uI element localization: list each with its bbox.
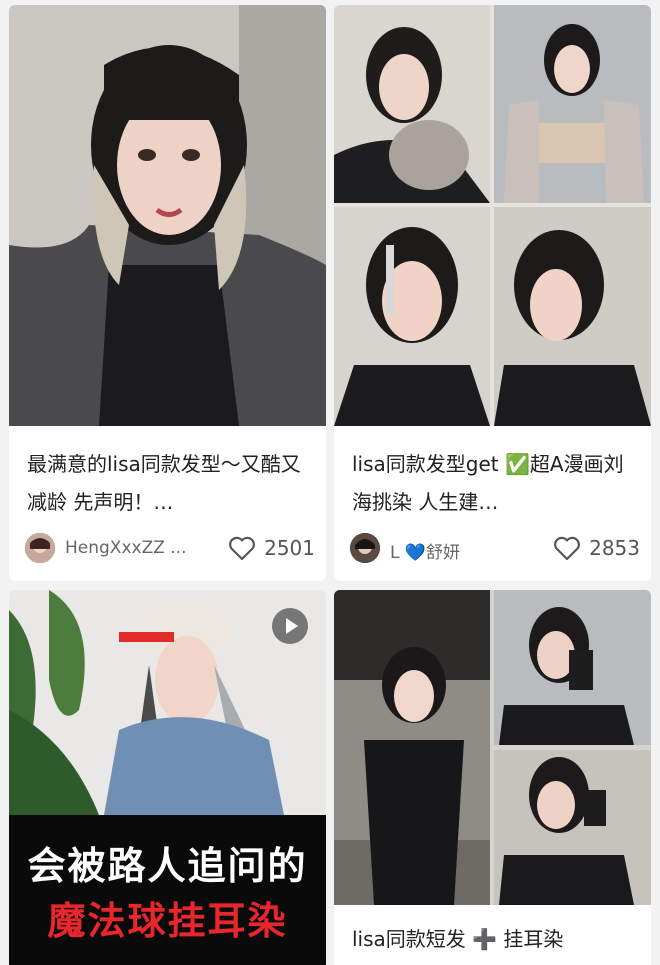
note-card[interactable]: lisa同款短发 ➕ 挂耳染 [334, 590, 651, 965]
note-feed: 最满意的lisa同款发型～又酷又减龄 先声明！… HengXxxZZ ... 2… [0, 0, 660, 965]
note-card[interactable]: 最满意的lisa同款发型～又酷又减龄 先声明！… HengXxxZZ ... 2… [9, 5, 326, 581]
cover-caption-line1: 会被路人追问的 [27, 844, 308, 888]
note-title[interactable]: lisa同款短发 ➕ 挂耳染 [352, 920, 637, 958]
note-cover-image[interactable]: 会被路人追问的 魔法球挂耳染 [9, 590, 326, 965]
like-button[interactable]: 2853 [553, 534, 640, 562]
author-avatar[interactable] [350, 533, 380, 563]
note-title[interactable]: 最满意的lisa同款发型～又酷又减龄 先声明！… [27, 445, 312, 521]
author-name[interactable]: L 💙舒妍 [390, 538, 530, 563]
video-play-icon[interactable] [272, 608, 308, 644]
note-cover-image[interactable] [9, 5, 326, 426]
author-avatar[interactable] [25, 533, 55, 563]
like-button[interactable]: 2501 [228, 534, 315, 562]
note-cover-image[interactable] [334, 590, 651, 905]
like-count: 2853 [589, 536, 640, 560]
heart-outline-icon [554, 536, 581, 561]
note-cover-image[interactable] [334, 5, 651, 426]
author-name[interactable]: HengXxxZZ ... [65, 538, 205, 558]
cover-caption-line2: 魔法球挂耳染 [47, 899, 288, 943]
note-meta: L 💙舒妍 2853 [350, 529, 640, 565]
like-count: 2501 [264, 536, 315, 560]
note-card[interactable]: 会被路人追问的 魔法球挂耳染 [9, 590, 326, 965]
note-card[interactable]: lisa同款发型get ✅超A漫画刘海挑染 人生建… L 💙舒妍 2853 [334, 5, 651, 581]
heart-outline-icon [229, 536, 256, 561]
note-meta: HengXxxZZ ... 2501 [25, 529, 315, 565]
note-title[interactable]: lisa同款发型get ✅超A漫画刘海挑染 人生建… [352, 445, 637, 521]
